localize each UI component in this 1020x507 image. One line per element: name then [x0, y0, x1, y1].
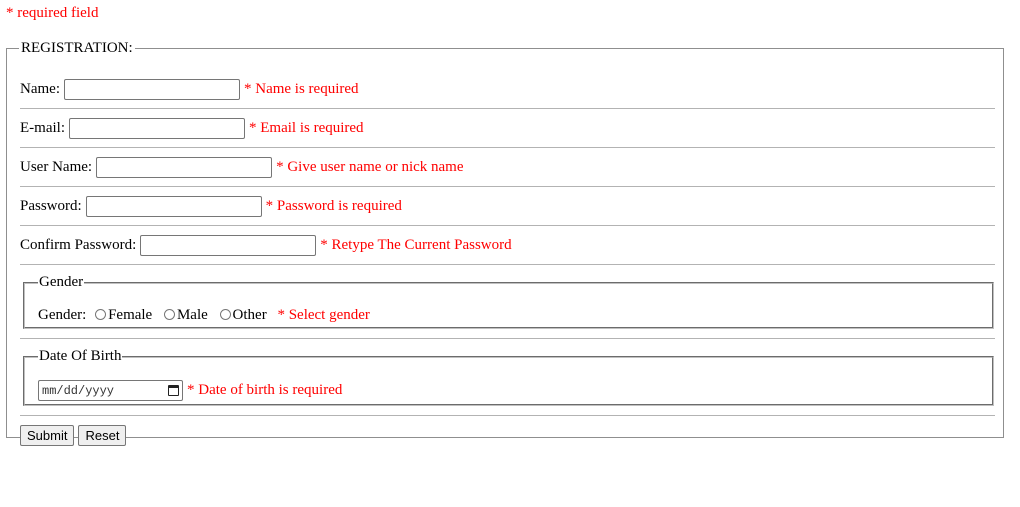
divider [20, 225, 995, 226]
password-label: Password: [20, 198, 82, 214]
required-field-note: * required field [6, 5, 99, 21]
confirm-password-input[interactable] [140, 235, 317, 256]
registration-fieldset: REGISTRATION: Name: * Name is required E… [6, 40, 1004, 446]
email-label: E-mail: [20, 120, 65, 136]
name-row: Name: * Name is required [20, 79, 359, 100]
divider [20, 415, 995, 416]
username-label: User Name: [20, 159, 93, 175]
username-input[interactable] [96, 157, 273, 178]
password-row: Password: * Password is required [20, 196, 402, 217]
password-error: * Password is required [265, 198, 402, 214]
name-label: Name: [20, 81, 60, 97]
name-error: * Name is required [243, 81, 359, 97]
email-error: * Email is required [249, 120, 364, 136]
gender-label: Gender: [38, 307, 87, 323]
confirm-password-label: Confirm Password: [20, 237, 137, 253]
registration-legend: REGISTRATION: [21, 40, 133, 56]
dob-row: mm/dd/yyyy * Date of birth is required [38, 380, 342, 401]
dob-legend: Date Of Birth [39, 348, 122, 364]
divider [20, 264, 995, 265]
date-placeholder: mm/dd/yyyy [42, 383, 115, 398]
dob-error: * Date of birth is required [187, 382, 343, 398]
divider [20, 108, 995, 109]
radio-label-other: Other [232, 307, 267, 323]
divider [20, 338, 995, 339]
radio-male[interactable] [163, 309, 175, 320]
divider [20, 186, 995, 187]
gender-legend: Gender [39, 274, 84, 290]
password-input[interactable] [85, 196, 262, 217]
divider [20, 147, 995, 148]
reset-button[interactable]: Reset [78, 425, 127, 446]
form-buttons: Submit Reset [20, 425, 130, 446]
gender-fieldset: Gender Gender: Female Male Other * Selec… [23, 274, 994, 329]
radio-label-male: Male [176, 307, 208, 323]
username-error: * Give user name or nick name [276, 159, 464, 175]
submit-button[interactable]: Submit [20, 425, 75, 446]
name-input[interactable] [63, 79, 240, 100]
date-input[interactable]: mm/dd/yyyy [38, 380, 183, 401]
email-input[interactable] [69, 118, 245, 139]
radio-label-female: Female [108, 307, 153, 323]
dob-fieldset: Date Of Birth mm/dd/yyyy * Date of birth… [23, 348, 994, 406]
gender-error: * Select gender [277, 307, 370, 323]
gender-row: Gender: Female Male Other * Select gende… [38, 307, 370, 324]
username-row: User Name: * Give user name or nick name [20, 157, 464, 178]
confirm-password-error: * Retype The Current Password [320, 237, 512, 253]
email-row: E-mail: * Email is required [20, 118, 364, 139]
radio-female[interactable] [95, 309, 107, 320]
confirm-password-row: Confirm Password: * Retype The Current P… [20, 235, 512, 256]
radio-other[interactable] [219, 309, 231, 320]
calendar-icon[interactable] [168, 385, 179, 396]
